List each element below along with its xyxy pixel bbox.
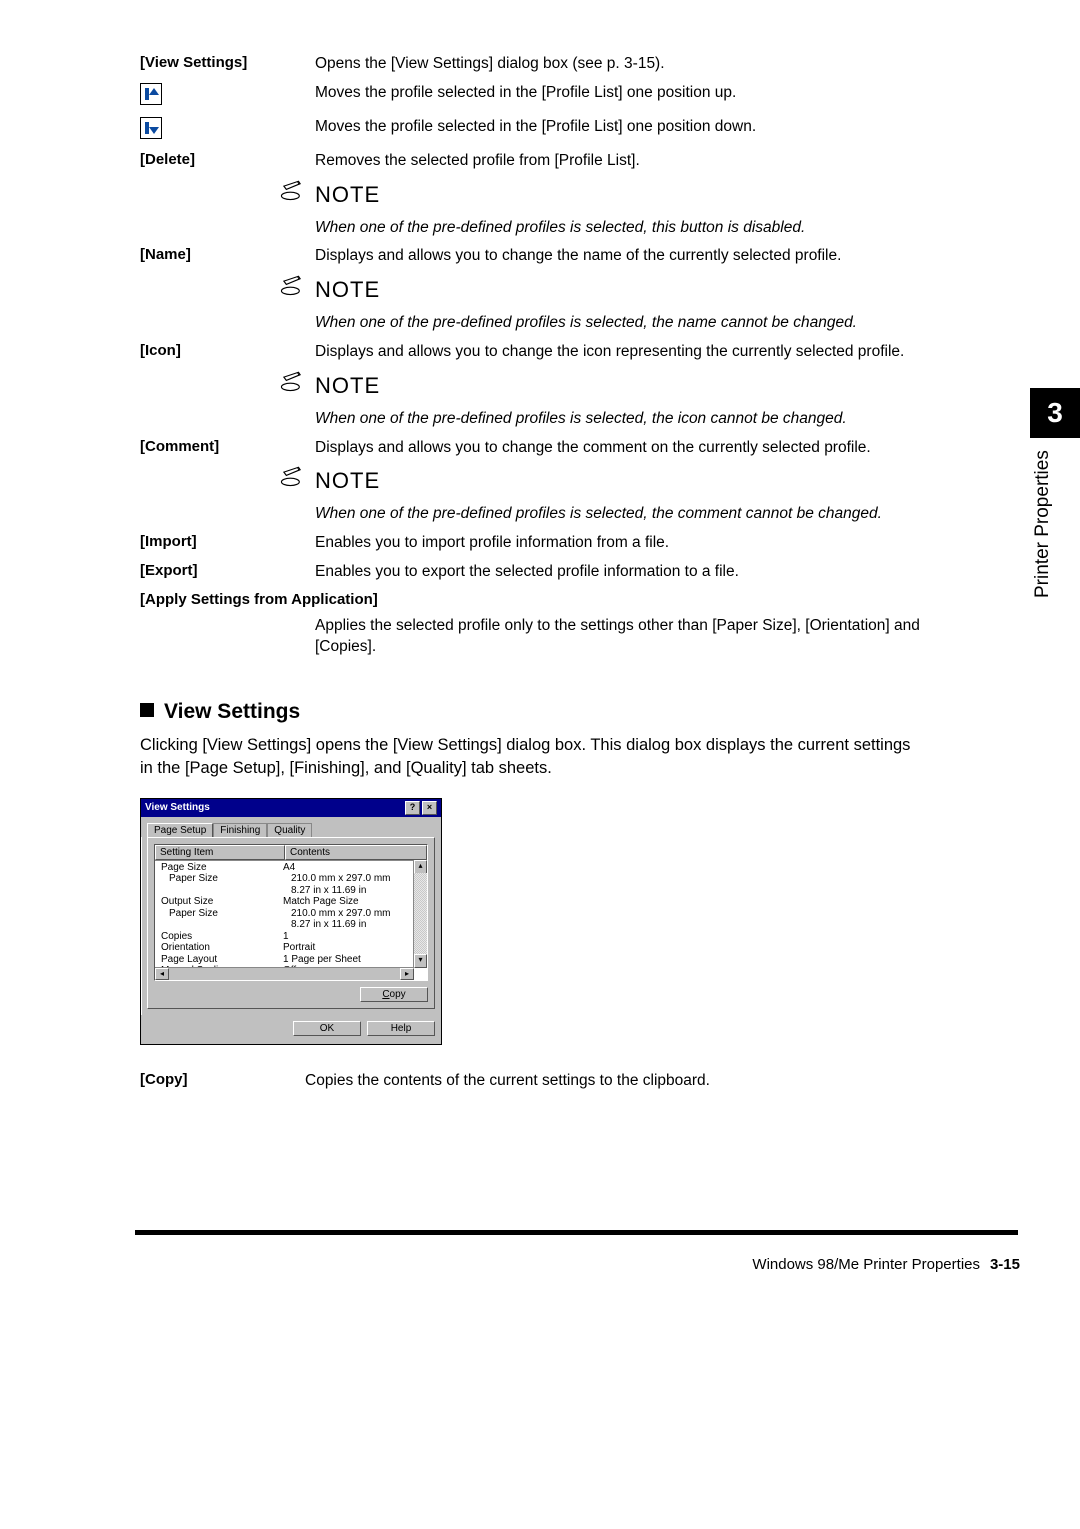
- list-item: 8.27 in x 11.69 in: [157, 885, 425, 897]
- desc-comment: Displays and allows you to change the co…: [315, 434, 920, 463]
- desc-copy: Copies the contents of the current setti…: [305, 1067, 920, 1096]
- list-item-key: [157, 885, 291, 897]
- dialog-title: View Settings: [145, 802, 210, 813]
- list-item-key: Paper Size: [157, 873, 291, 885]
- list-item: Paper Size210.0 mm x 297.0 mm: [157, 873, 425, 885]
- desc-icon: Displays and allows you to change the ic…: [315, 338, 920, 367]
- list-item: Output SizeMatch Page Size: [157, 896, 425, 908]
- scroll-down-icon[interactable]: ▾: [414, 954, 427, 968]
- label-apply-settings: [Apply Settings from Application]: [140, 587, 920, 612]
- section-title: View Settings: [164, 700, 300, 723]
- list-item-value: 8.27 in x 11.69 in: [291, 919, 425, 931]
- list-item-value: 1: [283, 931, 425, 943]
- label-icon: [Icon]: [140, 338, 315, 367]
- note-heading: NOTE: [315, 371, 380, 401]
- chapter-tab: 3 Printer Properties: [1022, 388, 1080, 658]
- copy-button[interactable]: Copy: [360, 987, 428, 1002]
- list-item-value: A4: [283, 862, 425, 874]
- list-item-key: [157, 919, 291, 931]
- list-item: Page SizeA4: [157, 862, 425, 874]
- list-item-value: Portrait: [283, 942, 425, 954]
- note-delete: When one of the pre-defined profiles is …: [315, 214, 920, 243]
- list-item-key: Page Size: [157, 862, 283, 874]
- list-item-value: Match Page Size: [283, 896, 425, 908]
- note-icon-text: When one of the pre-defined profiles is …: [315, 405, 920, 434]
- list-item-key: Paper Size: [157, 908, 291, 920]
- desc-view-settings: Opens the [View Settings] dialog box (se…: [315, 50, 920, 79]
- section-body: Clicking [View Settings] opens the [View…: [140, 734, 920, 780]
- note-heading: NOTE: [315, 466, 380, 496]
- label-delete: [Delete]: [140, 147, 315, 176]
- note-icon: [279, 371, 305, 393]
- dialog-help-button[interactable]: ?: [405, 801, 420, 815]
- desc-export: Enables you to export the selected profi…: [315, 558, 920, 587]
- list-item: Paper Size210.0 mm x 297.0 mm: [157, 908, 425, 920]
- horizontal-scrollbar[interactable]: ◂ ▸: [155, 967, 414, 980]
- footer-page-number: 3-15: [990, 1256, 1020, 1273]
- help-button[interactable]: Help: [367, 1021, 435, 1036]
- list-item-key: Copies: [157, 931, 283, 943]
- settings-table: [View Settings] Opens the [View Settings…: [140, 50, 920, 662]
- chapter-title: Printer Properties: [1032, 450, 1053, 598]
- dialog-titlebar: View Settings ? ×: [141, 799, 441, 817]
- note-heading: NOTE: [315, 275, 380, 305]
- label-copy: [Copy]: [140, 1067, 305, 1096]
- move-up-icon: [140, 83, 162, 105]
- section-heading: View Settings: [140, 700, 920, 724]
- scroll-right-icon[interactable]: ▸: [400, 968, 414, 980]
- footer-text: Windows 98/Me Printer Properties: [752, 1256, 980, 1273]
- tab-finishing[interactable]: Finishing: [213, 823, 267, 837]
- list-item-value: 8.27 in x 11.69 in: [291, 885, 425, 897]
- ok-button[interactable]: OK: [293, 1021, 361, 1036]
- bullet-square-icon: [140, 703, 154, 717]
- dialog-close-button[interactable]: ×: [422, 801, 437, 815]
- note-icon: [279, 466, 305, 488]
- view-settings-dialog: View Settings ? × Page Setup Finishing Q…: [140, 798, 442, 1045]
- footer-rule: [135, 1230, 1018, 1235]
- note-comment: When one of the pre-defined profiles is …: [315, 500, 920, 529]
- list-item: 8.27 in x 11.69 in: [157, 919, 425, 931]
- tab-page-setup[interactable]: Page Setup: [147, 823, 213, 837]
- note-icon: [279, 275, 305, 297]
- note-heading: NOTE: [315, 180, 380, 210]
- list-item-value: 210.0 mm x 297.0 mm: [291, 908, 425, 920]
- scroll-left-icon[interactable]: ◂: [155, 968, 169, 980]
- desc-move-up: Moves the profile selected in the [Profi…: [315, 79, 920, 113]
- col-contents: Contents: [285, 845, 427, 860]
- list-item: Page Layout1 Page per Sheet: [157, 954, 425, 966]
- list-item: OrientationPortrait: [157, 942, 425, 954]
- label-export: [Export]: [140, 558, 315, 587]
- move-down-icon: [140, 117, 162, 139]
- tab-quality[interactable]: Quality: [267, 823, 312, 837]
- desc-delete: Removes the selected profile from [Profi…: [315, 147, 920, 176]
- label-name: [Name]: [140, 242, 315, 271]
- desc-apply-settings: Applies the selected profile only to the…: [315, 612, 920, 662]
- list-item-key: Output Size: [157, 896, 283, 908]
- label-comment: [Comment]: [140, 434, 315, 463]
- dialog-tabs: Page Setup Finishing Quality: [141, 817, 441, 837]
- list-item-value: 1 Page per Sheet: [283, 954, 425, 966]
- list-item-value: 210.0 mm x 297.0 mm: [291, 873, 425, 885]
- note-icon: [279, 180, 305, 202]
- label-view-settings: [View Settings]: [140, 50, 315, 79]
- list-item: Copies1: [157, 931, 425, 943]
- settings-listbox[interactable]: Setting Item Contents Page SizeA4Paper S…: [154, 844, 428, 981]
- desc-move-down: Moves the profile selected in the [Profi…: [315, 113, 920, 147]
- desc-name: Displays and allows you to change the na…: [315, 242, 920, 271]
- label-import: [Import]: [140, 529, 315, 558]
- desc-import: Enables you to import profile informatio…: [315, 529, 920, 558]
- col-setting-item: Setting Item: [155, 845, 285, 860]
- vertical-scrollbar[interactable]: ▴ ▾: [413, 860, 427, 968]
- scroll-up-icon[interactable]: ▴: [414, 860, 427, 874]
- note-name: When one of the pre-defined profiles is …: [315, 309, 920, 338]
- list-item-key: Page Layout: [157, 954, 283, 966]
- list-item-key: Orientation: [157, 942, 283, 954]
